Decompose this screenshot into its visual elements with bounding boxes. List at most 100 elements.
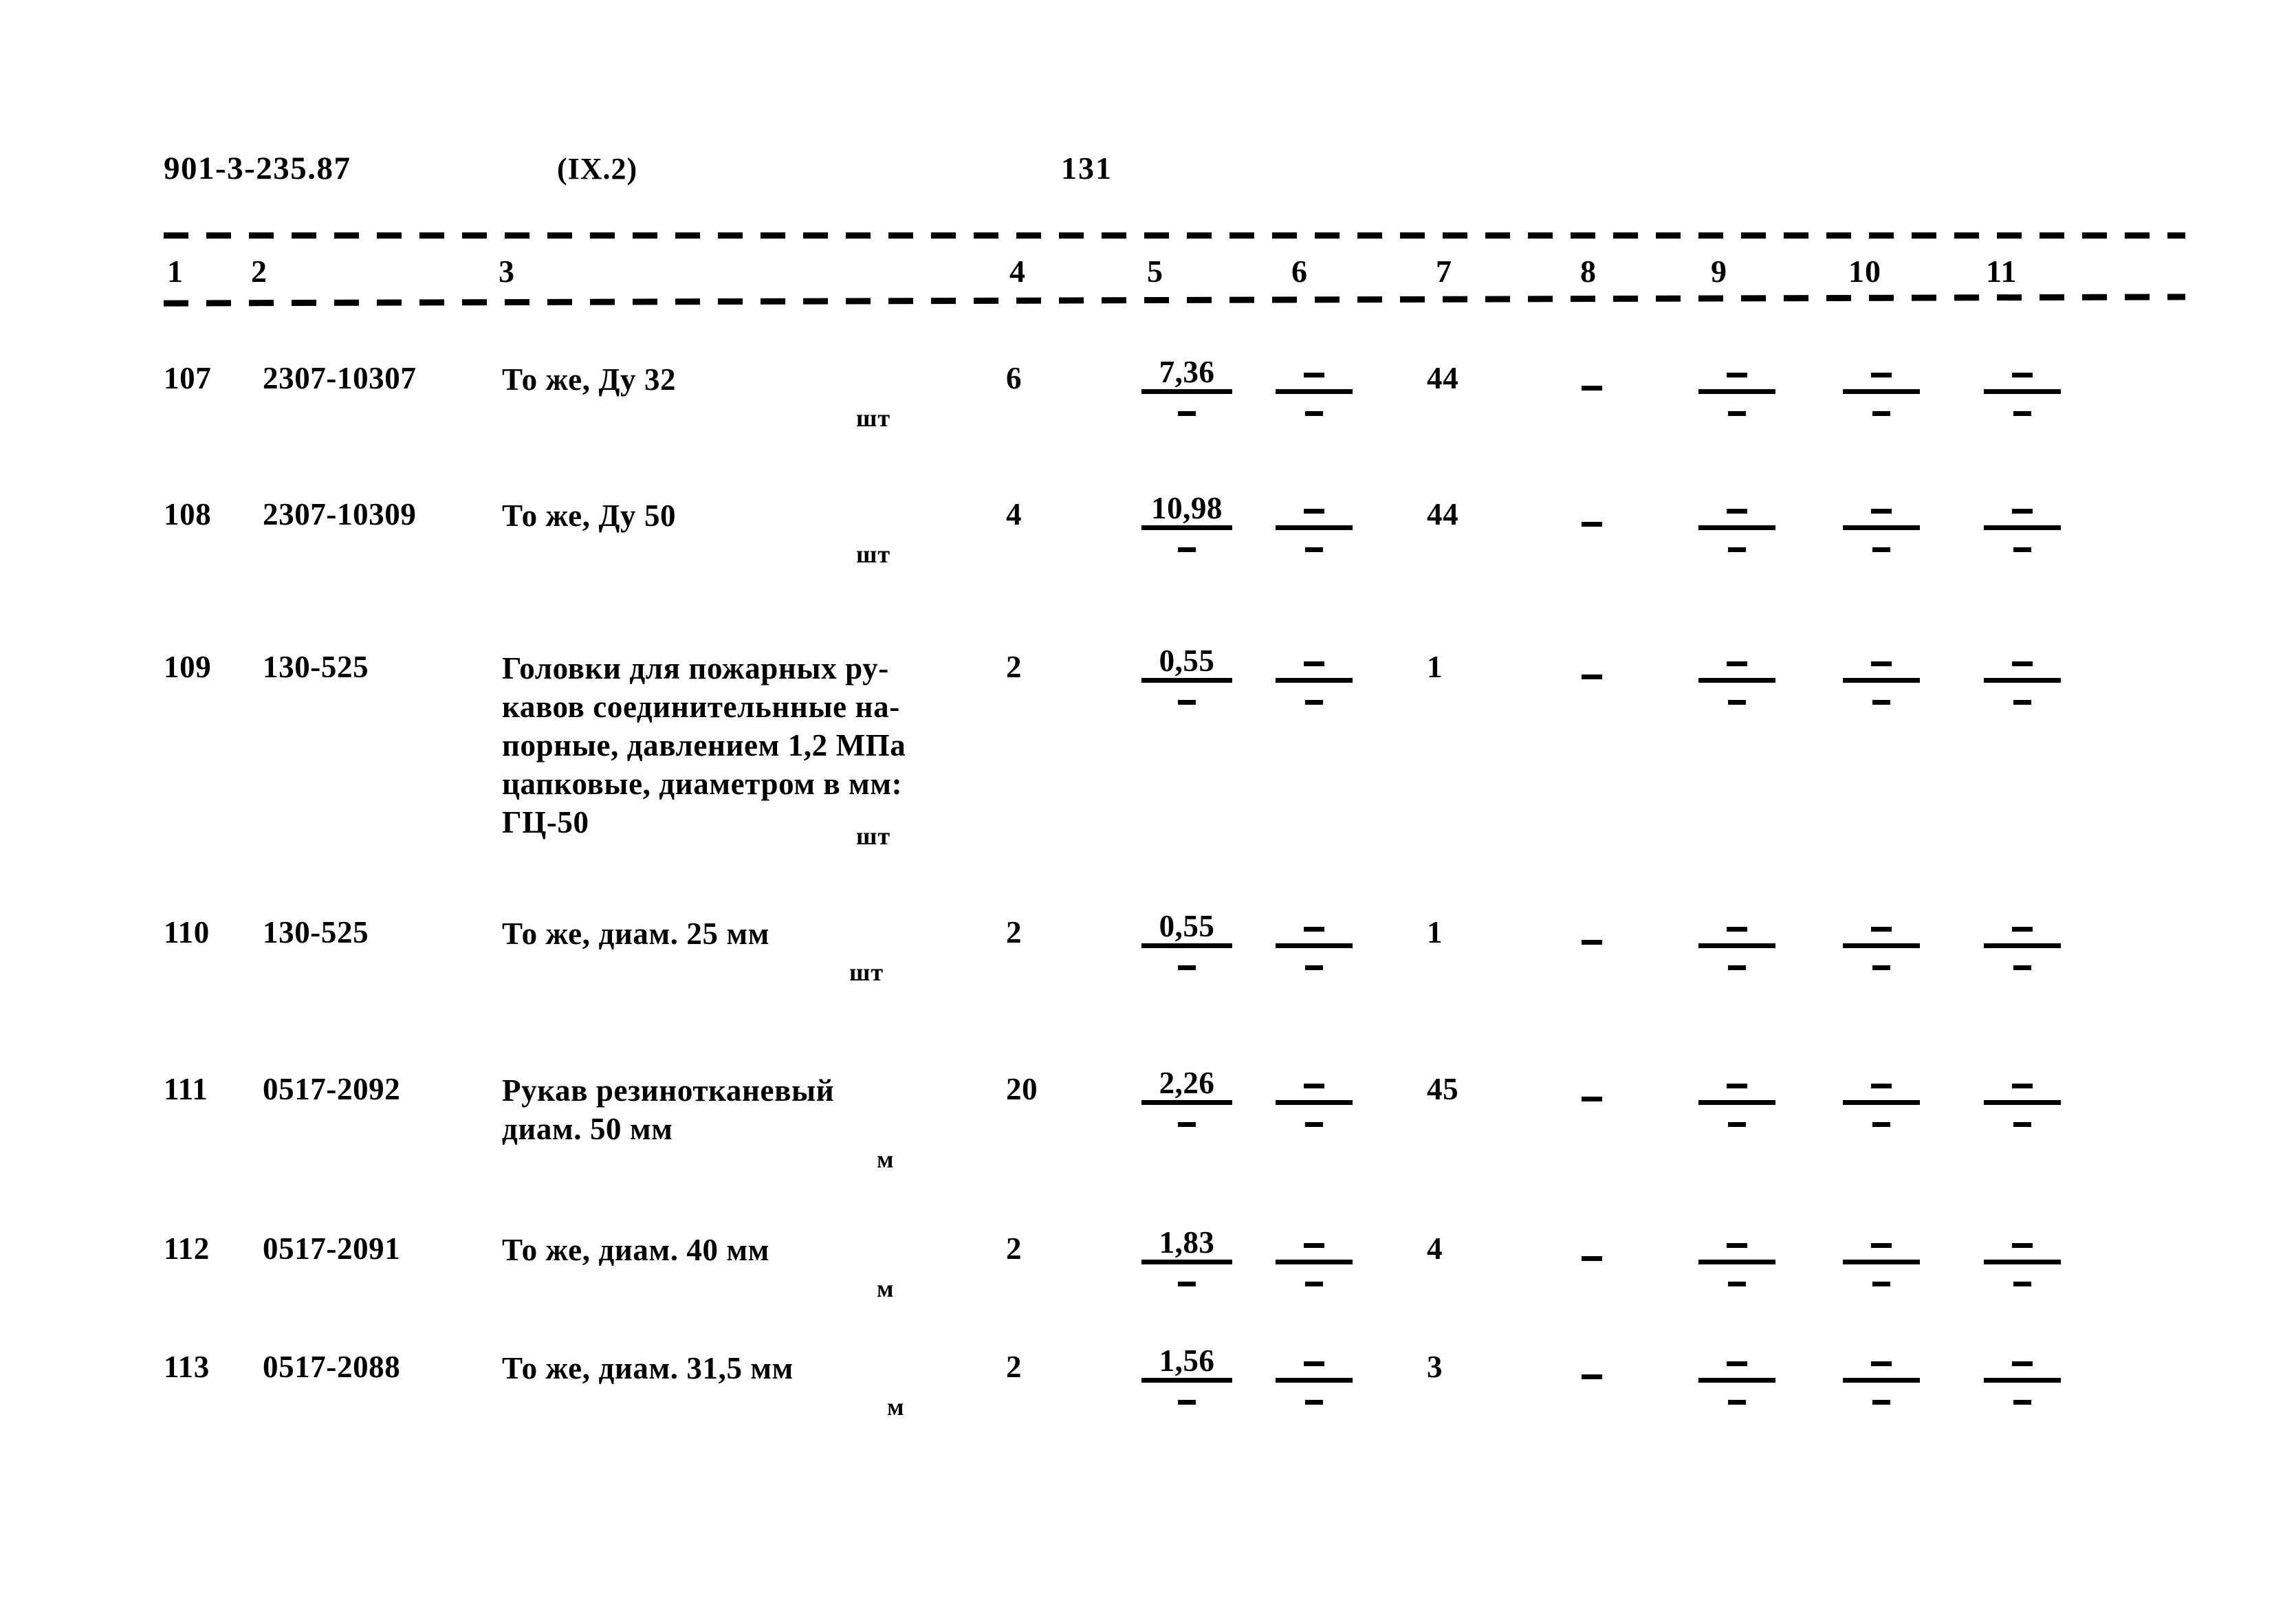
cell-description: То же, Ду 50	[502, 498, 677, 533]
fraction-denominator	[1698, 395, 1775, 426]
fraction-numerator	[1276, 1227, 1353, 1258]
fraction-bar	[1698, 1260, 1775, 1264]
fraction-bar	[1276, 943, 1353, 948]
fraction-denominator	[1698, 1265, 1775, 1297]
cell-row-number: 111	[164, 1072, 208, 1106]
cell-col5-fraction: 10,98	[1141, 492, 1232, 562]
cell-unit: м	[877, 1275, 895, 1302]
fraction-bar	[1141, 389, 1232, 394]
cell-col10-fraction	[1843, 356, 1920, 426]
cell-col11-fraction	[1984, 1227, 2061, 1297]
cell-col11-fraction	[1984, 1345, 2061, 1415]
fraction-denominator	[1843, 1383, 1920, 1415]
column-header-7: 7	[1436, 254, 1452, 289]
cell-description: Головки для пожарных ру- кавов соедините…	[502, 651, 906, 840]
fraction-bar	[1141, 943, 1232, 948]
cell-description: То же, диам. 40 мм	[502, 1233, 769, 1267]
column-header-9: 9	[1711, 254, 1727, 289]
fraction-numerator: 7,36	[1159, 355, 1215, 389]
fraction-numerator	[1984, 356, 2061, 388]
fraction-bar	[1141, 1260, 1232, 1264]
column-header-6: 6	[1291, 254, 1308, 289]
cell-quantity: 2	[1006, 650, 1023, 684]
fraction-bar	[1276, 389, 1353, 394]
fraction-denominator	[1843, 949, 1920, 980]
fraction-bar	[1984, 389, 2061, 394]
fraction-bar	[1984, 1260, 2061, 1264]
fraction-denominator	[1984, 531, 2061, 562]
fraction-denominator	[1698, 683, 1775, 715]
cell-col6-fraction	[1276, 1067, 1353, 1137]
cell-quantity: 4	[1006, 497, 1023, 531]
fraction-denominator	[1141, 949, 1232, 980]
fraction-denominator	[1984, 683, 2061, 715]
fraction-numerator	[1843, 356, 1920, 388]
cell-col11-fraction	[1984, 645, 2061, 715]
cell-col5-fraction: 1,83	[1141, 1227, 1232, 1297]
cell-col8-value	[1582, 656, 1602, 692]
fraction-denominator	[1141, 531, 1232, 562]
column-header-5: 5	[1147, 254, 1163, 289]
fraction-denominator	[1276, 1106, 1353, 1137]
fraction-denominator	[1141, 683, 1232, 715]
cell-row-number: 113	[164, 1350, 210, 1384]
fraction-numerator	[1276, 1067, 1353, 1099]
fraction-numerator	[1698, 645, 1775, 677]
fraction-denominator	[1843, 683, 1920, 715]
fraction-numerator	[1843, 645, 1920, 677]
cell-col5-fraction: 0,55	[1141, 910, 1232, 980]
cell-col9-fraction	[1698, 356, 1775, 426]
cell-col7-value: 3	[1427, 1350, 1443, 1384]
table-top-rule	[164, 232, 2185, 239]
fraction-bar	[1984, 943, 2061, 948]
fraction-denominator	[1141, 1265, 1232, 1297]
cell-unit: шт	[849, 958, 884, 986]
fraction-numerator	[1698, 910, 1775, 942]
fraction-bar	[1276, 1260, 1353, 1264]
fraction-denominator	[1141, 395, 1232, 426]
fraction-bar	[1843, 525, 1920, 530]
cell-unit: м	[877, 1145, 895, 1173]
cell-col11-fraction	[1984, 910, 2061, 980]
cell-item-code: 130-525	[263, 650, 369, 684]
document-header: 901-3-235.87 (IX.2) 131	[0, 150, 2274, 198]
column-header-2: 2	[251, 254, 267, 289]
fraction-bar	[1843, 1378, 1920, 1383]
fraction-bar	[1698, 678, 1775, 683]
fraction-denominator	[1698, 1106, 1775, 1137]
cell-item-code: 130-525	[263, 915, 369, 950]
cell-quantity: 20	[1006, 1072, 1038, 1106]
fraction-numerator	[1843, 1345, 1920, 1376]
fraction-bar	[1698, 389, 1775, 394]
cell-col11-fraction	[1984, 356, 2061, 426]
fraction-bar	[1984, 678, 2061, 683]
cell-quantity: 2	[1006, 915, 1023, 950]
cell-description: То же, Ду 32	[502, 362, 677, 397]
cell-col5-fraction: 2,26	[1141, 1067, 1232, 1137]
fraction-bar	[1984, 1100, 2061, 1105]
cell-col7-value: 1	[1427, 915, 1443, 950]
column-header-10: 10	[1848, 254, 1881, 289]
fraction-denominator	[1276, 531, 1353, 562]
fraction-denominator	[1276, 1265, 1353, 1297]
fraction-numerator: 10,98	[1151, 491, 1223, 525]
fraction-bar	[1843, 1260, 1920, 1264]
fraction-denominator	[1698, 531, 1775, 562]
cell-item-code: 0517-2092	[263, 1072, 401, 1106]
cell-col9-fraction	[1698, 1227, 1775, 1297]
fraction-numerator: 1,83	[1159, 1225, 1215, 1260]
cell-quantity: 6	[1006, 361, 1023, 395]
column-header-8: 8	[1580, 254, 1597, 289]
fraction-numerator	[1276, 356, 1353, 388]
fraction-bar	[1843, 1100, 1920, 1105]
cell-item-code: 0517-2088	[263, 1350, 401, 1384]
cell-item-code: 2307-10307	[263, 361, 417, 395]
fraction-denominator	[1984, 1383, 2061, 1415]
fraction-numerator: 0,55	[1159, 644, 1215, 678]
cell-row-number: 107	[164, 361, 212, 395]
fraction-denominator	[1843, 395, 1920, 426]
fraction-numerator	[1698, 356, 1775, 388]
cell-col8-value	[1582, 1238, 1602, 1273]
cell-col8-value	[1582, 503, 1602, 539]
fraction-denominator	[1276, 949, 1353, 980]
